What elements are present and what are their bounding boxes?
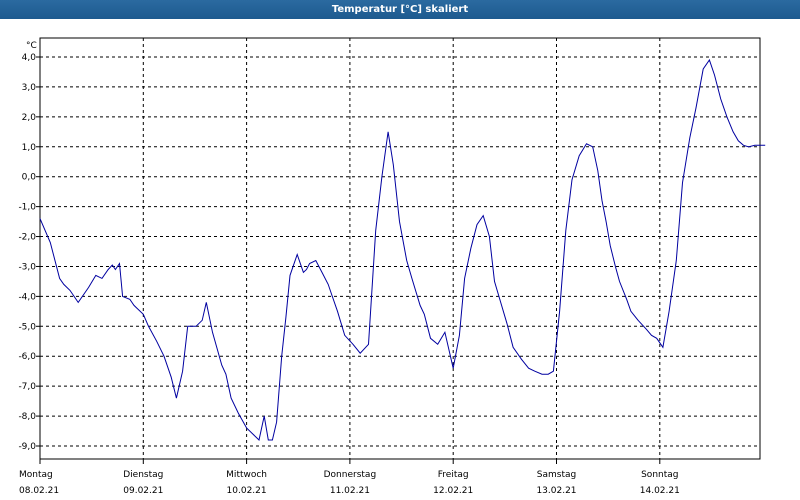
x-tick-date-label: 14.02.21 — [640, 486, 680, 496]
y-tick-label: 0,0 — [22, 173, 37, 183]
x-tick-date-label: 10.02.21 — [227, 486, 267, 496]
y-tick-label: -5,0 — [18, 322, 36, 332]
y-tick-label: 1,0 — [22, 143, 37, 153]
x-tick-day-label: Montag — [19, 470, 53, 480]
y-tick-label: -9,0 — [18, 442, 36, 452]
x-tick-day-label: Freitag — [438, 470, 469, 480]
y-tick-label: 3,0 — [22, 83, 37, 93]
x-tick-date-label: 12.02.21 — [433, 486, 473, 496]
y-tick-label: -2,0 — [18, 233, 36, 243]
x-tick-day-label: Donnerstag — [324, 470, 377, 480]
y-tick-label: -3,0 — [18, 262, 36, 272]
y-tick-label: -7,0 — [18, 382, 36, 392]
temperature-chart: 4,0 3,0 2,0 1,0 0,0 -1,0 -2,0 -3,0 -4,0 -5,0 -6,0 -… — [18, 37, 766, 496]
x-tick-date-label: 13.02.21 — [536, 486, 576, 496]
plot-area — [39, 37, 761, 460]
x-tick-day-label: Dienstag — [123, 470, 163, 480]
y-tick-label: -4,0 — [18, 292, 36, 302]
y-tick-label: -1,0 — [18, 203, 36, 213]
y-tick-label: -6,0 — [18, 352, 36, 362]
x-tick-date-label: 08.02.21 — [19, 486, 59, 496]
y-tick-label: -8,0 — [18, 412, 36, 422]
x-tick-day-label: Mittwoch — [226, 470, 267, 480]
x-tick-day-label: Samstag — [537, 470, 576, 480]
x-tick-date-label: 11.02.21 — [330, 486, 370, 496]
x-tick-date-label: 09.02.21 — [123, 486, 163, 496]
y-tick-label: 2,0 — [22, 113, 37, 123]
y-axis-label: °C — [26, 41, 37, 51]
y-tick-label: 4,0 — [22, 53, 37, 63]
x-tick-day-label: Sonntag — [641, 470, 678, 480]
